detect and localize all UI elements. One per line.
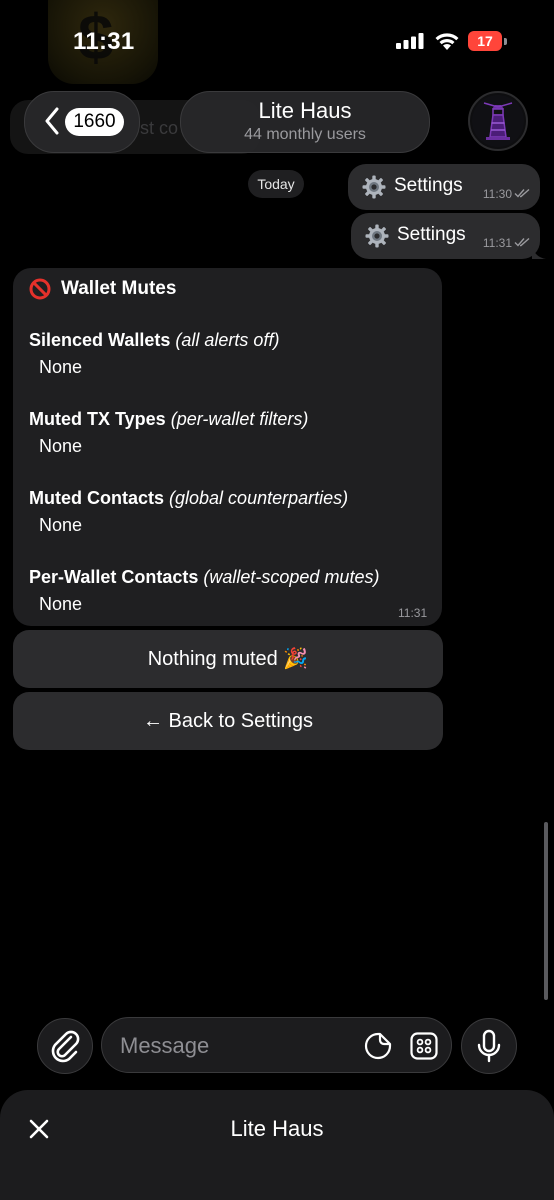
status-time: 11:31 [73, 28, 135, 55]
back-to-settings-button[interactable]: ← Back to Settings [13, 692, 443, 750]
section-heading-silenced-wallets: Silenced Wallets (all alerts off) [29, 330, 279, 351]
mini-app-bottom-sheet[interactable] [0, 1090, 554, 1200]
sticker-icon[interactable] [364, 1032, 392, 1060]
gear-icon [365, 224, 389, 248]
chat-scrollbar[interactable] [544, 822, 548, 1000]
cellular-signal-icon [396, 33, 424, 49]
section-value: None [39, 357, 83, 377]
double-check-icon [514, 188, 530, 198]
battery-indicator: 17 [468, 31, 502, 51]
section-heading-muted-contacts: Muted Contacts (global counterparties) [29, 488, 348, 509]
message-text: Settings [397, 224, 466, 245]
paperclip-icon [51, 1030, 80, 1063]
chevron-left-icon[interactable] [44, 106, 60, 136]
outgoing-message[interactable]: Settings 11:31 [351, 213, 546, 259]
no-entry-icon [29, 278, 51, 300]
message-text: Settings [394, 175, 463, 196]
section-label: Muted TX Types [29, 409, 166, 429]
wifi-icon [435, 33, 459, 50]
message-time: 11:31 [482, 236, 512, 250]
section-label: Muted Contacts [29, 488, 164, 508]
bottom-sheet-title: Lite Haus [230, 1116, 324, 1141]
chat-title: Lite Haus [258, 98, 352, 123]
message-input[interactable] [118, 1030, 352, 1062]
outgoing-message[interactable]: Settings 11:30 [348, 164, 540, 210]
microphone-icon [477, 1029, 501, 1063]
gear-icon [362, 175, 386, 199]
section-note: (global counterparties) [169, 488, 349, 508]
message-input-container[interactable] [101, 1017, 452, 1073]
message-time: 11:30 [482, 187, 512, 201]
section-heading-per-wallet-contacts: Per-Wallet Contacts (wallet-scoped mutes… [29, 567, 379, 588]
section-label: Silenced Wallets [29, 330, 171, 350]
message-time: 11:31 [398, 606, 428, 620]
double-check-icon [514, 237, 530, 247]
wallet-mutes-title: Wallet Mutes [29, 278, 176, 300]
unread-count-badge[interactable]: 1660 [65, 108, 124, 136]
bubble-tail [532, 245, 546, 259]
battery-level: 17 [477, 33, 493, 49]
nothing-muted-button[interactable]: Nothing muted 🎉 [13, 630, 443, 688]
section-heading-muted-tx-types: Muted TX Types (per-wallet filters) [29, 409, 308, 430]
lighthouse-icon [472, 95, 524, 147]
chat-subtitle: 44 monthly users [244, 126, 366, 143]
section-note: (wallet-scoped mutes) [203, 567, 380, 587]
bot-avatar[interactable] [468, 91, 528, 151]
battery-tip [504, 38, 507, 45]
section-value: None [39, 436, 83, 456]
background-message-snippet: st co [140, 118, 179, 138]
wallet-mutes-title-text: Wallet Mutes [61, 278, 177, 299]
chat-title-pill[interactable]: Lite Haus 44 monthly users [180, 91, 430, 153]
voice-message-button[interactable] [461, 1018, 517, 1074]
attach-button[interactable] [37, 1018, 93, 1074]
section-note: (all alerts off) [175, 330, 280, 350]
section-note: (per-wallet filters) [170, 409, 309, 429]
date-separator: Today [248, 170, 304, 198]
section-value: None [39, 594, 83, 614]
apps-grid-icon[interactable] [410, 1032, 438, 1060]
section-value: None [39, 515, 83, 535]
section-label: Per-Wallet Contacts [29, 567, 199, 587]
